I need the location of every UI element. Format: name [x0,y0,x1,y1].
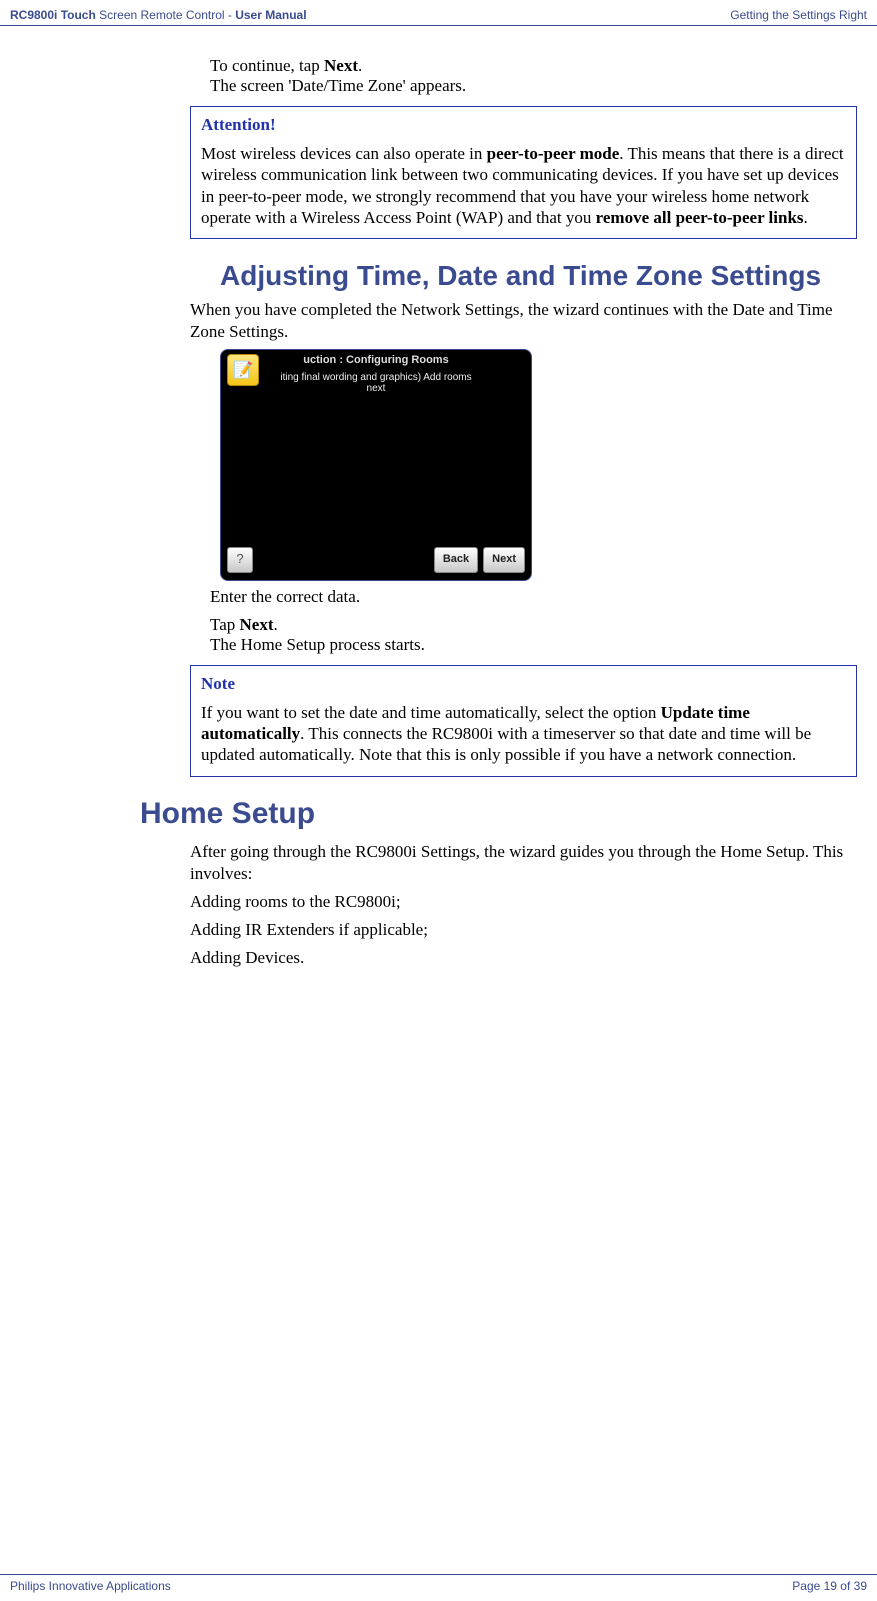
screen-bottom-bar: ? Back Next [227,546,525,574]
tap-pre: Tap [210,615,240,634]
attn-b2: remove all peer-to-peer links [596,208,804,227]
header-right: Getting the Settings Right [730,8,867,22]
tap-bold: Next [240,615,274,634]
section-home-setup: Home Setup [140,797,857,831]
device-screenshot: 📝 uction : Configuring Rooms iting final… [220,349,532,581]
home-intro: After going through the RC9800i Settings… [190,841,857,885]
step-post: . [358,56,362,75]
screen-sub1: iting final wording and graphics) Add ro… [280,372,471,383]
manual-bold: User Manual [235,8,306,22]
screen-sub2: next [367,383,386,394]
nav-buttons: Back Next [434,547,525,573]
note-pre: If you want to set the date and time aut… [201,703,661,722]
step-bold: Next [324,56,358,75]
step-pre: To continue, tap [210,56,324,75]
product-name-rest: Screen Remote Control - [96,8,235,22]
page-content: To continue, tap Next. The screen 'Date/… [0,26,877,969]
adjust-intro: When you have completed the Network Sett… [190,299,857,343]
help-button[interactable]: ? [227,547,253,573]
page-footer: Philips Innovative Applications Page 19 … [0,1574,877,1601]
tap-next: Tap Next. [20,615,857,635]
note-title: Note [201,674,846,694]
product-name-bold: RC9800i Touch [10,8,96,22]
section-adjusting: Adjusting Time, Date and Time Zone Setti… [190,259,857,293]
attention-body: Most wireless devices can also operate i… [201,143,846,228]
footer-right: Page 19 of 39 [792,1579,867,1593]
attn-b1: peer-to-peer mode [487,144,620,163]
back-button[interactable]: Back [434,547,478,573]
page-header: RC9800i Touch Screen Remote Control - Us… [0,0,877,26]
bullet-devices: Adding Devices. [190,947,857,969]
next-button[interactable]: Next [483,547,525,573]
bullet-rooms: Adding rooms to the RC9800i; [190,891,857,913]
attn-post: . [804,208,808,227]
tap-post: . [273,615,277,634]
screen-title: uction : Configuring Rooms [221,354,531,366]
header-left: RC9800i Touch Screen Remote Control - Us… [10,8,307,22]
enter-data: Enter the correct data. [20,587,857,607]
tap-result: The Home Setup process starts. [20,635,857,655]
note-box: Note If you want to set the date and tim… [190,665,857,777]
attention-title: Attention! [201,115,846,135]
bullet-ir: Adding IR Extenders if applicable; [190,919,857,941]
step-result: The screen 'Date/Time Zone' appears. [20,76,857,96]
note-body: If you want to set the date and time aut… [201,702,846,766]
footer-left: Philips Innovative Applications [10,1579,171,1593]
attention-box: Attention! Most wireless devices can als… [190,106,857,239]
home-bullets: Adding rooms to the RC9800i; Adding IR E… [190,891,857,969]
screen-subtext: iting final wording and graphics) Add ro… [227,372,525,394]
attn-pre: Most wireless devices can also operate i… [201,144,487,163]
step-continue: To continue, tap Next. [20,56,857,76]
